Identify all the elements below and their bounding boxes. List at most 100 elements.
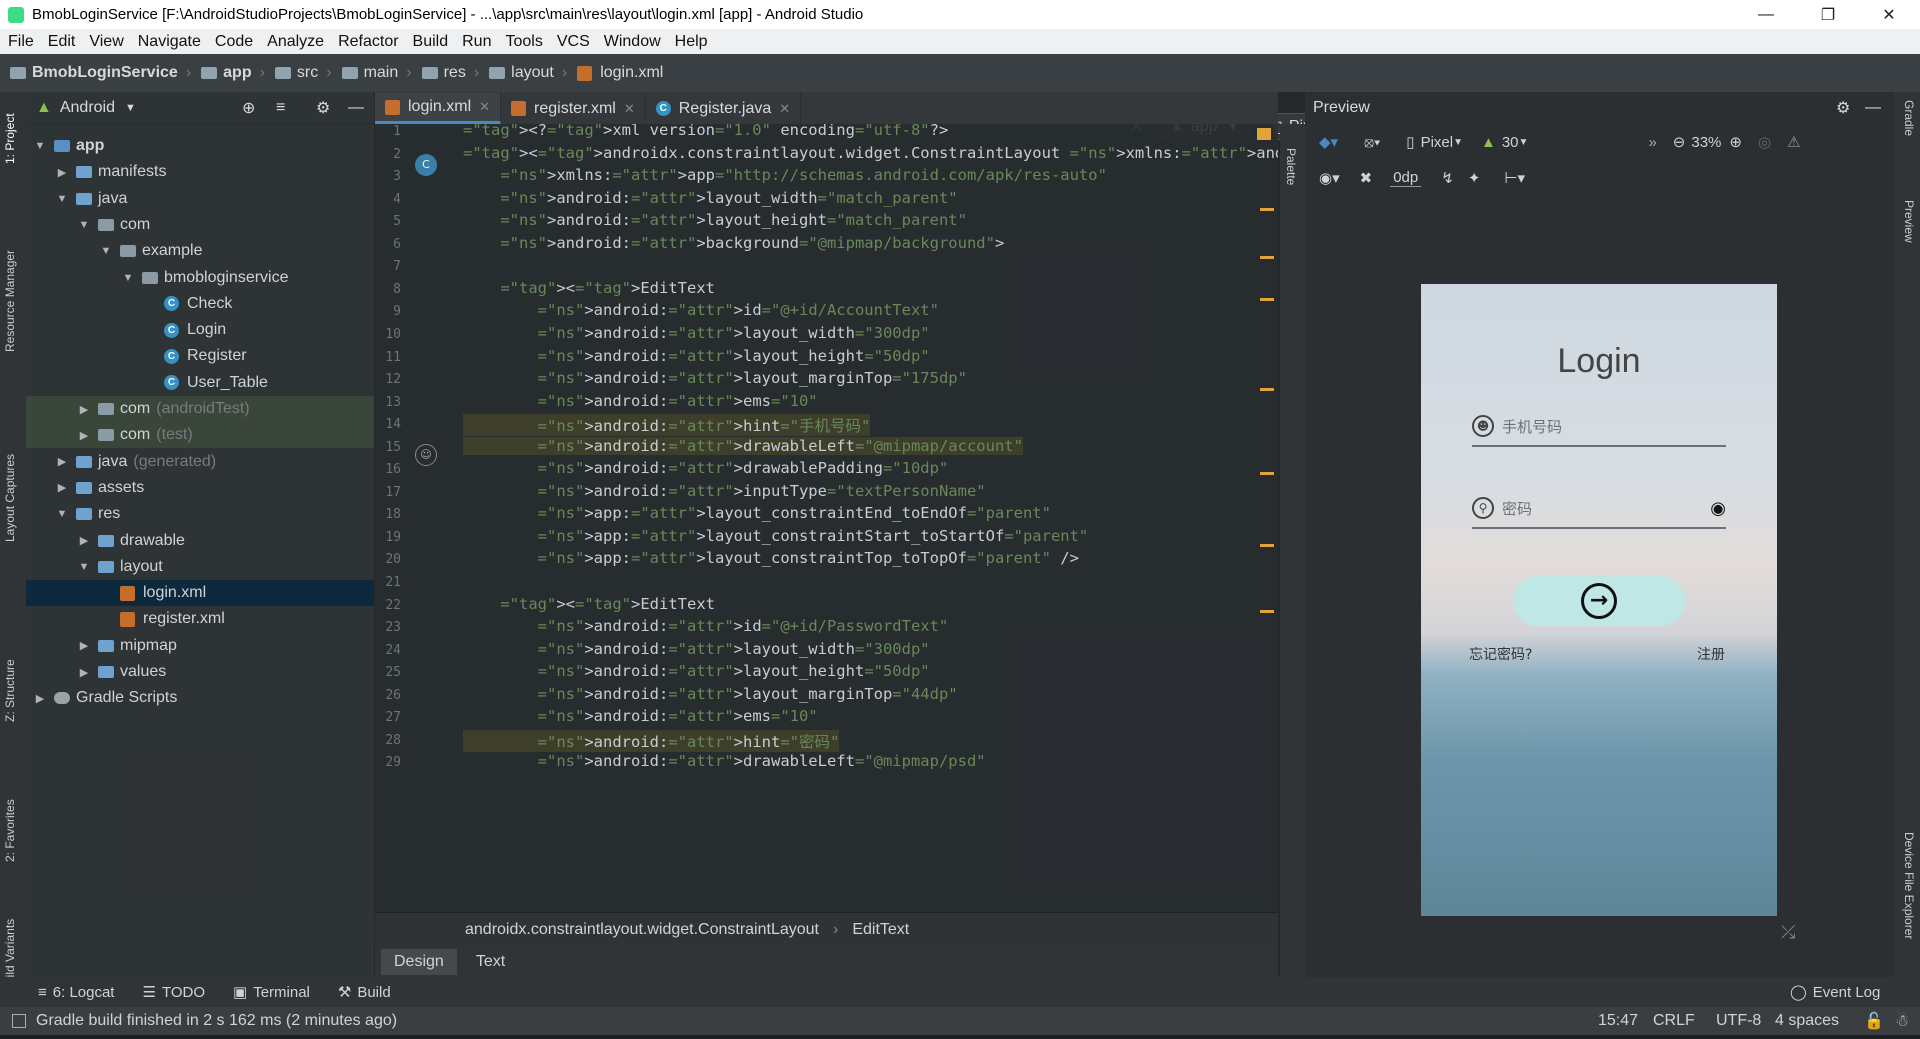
tool-tab-z-structure[interactable]: Z: Structure	[3, 659, 17, 722]
tool-tab-1-project[interactable]: 1: Project	[3, 113, 17, 164]
code-line[interactable]: ="ns">android:="attr">id="@+id/AccountTe…	[463, 301, 939, 319]
breadcrumb-item[interactable]: src ›	[274, 64, 332, 82]
tool-tab-preview[interactable]: Preview	[1902, 200, 1916, 243]
expanded-arrow-icon[interactable]: ▼	[56, 508, 68, 520]
tool-tab-device-file-explorer[interactable]: Device File Explorer	[1902, 832, 1916, 939]
warning-marker[interactable]	[1260, 208, 1274, 211]
code-line[interactable]: ="ns">android:="attr">layout_height="50d…	[463, 347, 930, 365]
tree-item[interactable]: ▶ com (androidTest)	[26, 396, 374, 422]
chevron-down-icon[interactable]: ▼	[125, 102, 136, 114]
palette-tab[interactable]: Palette	[1284, 148, 1298, 185]
locate-icon[interactable]: ⊕	[242, 98, 255, 118]
expanded-arrow-icon[interactable]: ▼	[78, 219, 90, 231]
phone-icon[interactable]: ▯	[1406, 133, 1414, 151]
code-line[interactable]: ="ns">xmlns:="attr">app="http://schemas.…	[463, 166, 1107, 184]
device-screen[interactable]: Login ☻ 手机号码 ⚲ 密码 ◉ → 忘记密码? 注册	[1421, 284, 1777, 916]
tree-item[interactable]: ▼ java	[26, 186, 374, 212]
tree-item[interactable]: ▼ layout	[26, 554, 374, 580]
code-line[interactable]: ="ns">android:="attr">id="@+id/PasswordT…	[463, 617, 949, 635]
password-field[interactable]: ⚲ 密码 ◉	[1472, 489, 1726, 529]
collapse-all-icon[interactable]: ≡	[276, 99, 285, 117]
code-line[interactable]: ="ns">android:="attr">drawableLeft="@mip…	[463, 436, 1023, 455]
warning-icon[interactable]: ⚠	[1787, 133, 1800, 151]
expanded-arrow-icon[interactable]: ▼	[100, 245, 112, 257]
tree-item[interactable]: C Register	[26, 343, 374, 369]
event-log-button[interactable]: ◯ Event Log	[1790, 983, 1880, 1002]
zoom-in-icon[interactable]: ⊕	[1729, 133, 1742, 151]
menu-code[interactable]: Code	[215, 33, 253, 51]
layout-icon[interactable]	[12, 1014, 26, 1028]
caret-position[interactable]: 15:47	[1598, 1012, 1638, 1030]
code-line[interactable]: ="tag"><="tag">EditText	[463, 595, 715, 613]
indent-setting[interactable]: 4 spaces	[1775, 1012, 1839, 1030]
code-editor[interactable]: 1 2 3 4 5 6 7 8 9 10 11 12 13 14 15 16 17 18 19 20 21 22 23 24 2…	[375, 124, 1278, 912]
hide-panel-icon[interactable]: —	[348, 99, 364, 117]
tree-item[interactable]: ▼ app	[26, 133, 374, 159]
menu-navigate[interactable]: Navigate	[138, 33, 201, 51]
restore-button[interactable]: ❐	[1805, 0, 1851, 29]
collapsed-arrow-icon[interactable]: ▶	[78, 534, 90, 547]
breadcrumb-edittext[interactable]: EditText	[852, 921, 909, 939]
code-line[interactable]: ="ns">android:="attr">ems="10"	[463, 392, 818, 410]
breadcrumb-item[interactable]: login.xml	[577, 64, 663, 82]
magnet-icon[interactable]: ✖	[1360, 169, 1373, 187]
code-line[interactable]: ="ns">android:="attr">hint="手机号码"	[463, 414, 871, 437]
tool-tab-layout-captures[interactable]: Layout Captures	[3, 454, 17, 542]
api-select[interactable]: 30	[1502, 134, 1519, 151]
tree-item[interactable]: ▼ bmobloginservice	[26, 265, 374, 291]
expanded-arrow-icon[interactable]: ▼	[78, 561, 90, 573]
close-tab-icon[interactable]: ✕	[479, 99, 490, 115]
code-line[interactable]: ="ns">app:="attr">layout_constraintEnd_t…	[463, 504, 1051, 522]
breadcrumb-item[interactable]: main ›	[341, 64, 412, 82]
code-line[interactable]: ="ns">android:="attr">layout_width="matc…	[463, 189, 957, 207]
orientation-icon[interactable]: ⦻▾	[1364, 134, 1380, 151]
infer-constraints-icon[interactable]: ✦	[1468, 169, 1481, 187]
code-line[interactable]: ="tag"><?="tag">xml version="1.0" encodi…	[463, 124, 948, 139]
collapsed-arrow-icon[interactable]: ▶	[56, 481, 68, 494]
expanded-arrow-icon[interactable]: ▼	[34, 140, 46, 152]
code-line[interactable]: ="ns">android:="attr">layout_height="50d…	[463, 662, 930, 680]
menu-view[interactable]: View	[89, 33, 123, 51]
tree-item[interactable]: C Check	[26, 291, 374, 317]
collapsed-arrow-icon[interactable]: ▶	[56, 166, 68, 179]
warning-marker[interactable]	[1260, 472, 1274, 475]
tree-item[interactable]: ▶ assets	[26, 475, 374, 501]
expanded-arrow-icon[interactable]: ▼	[122, 272, 134, 284]
breadcrumb-item[interactable]: app ›	[201, 64, 265, 82]
close-button[interactable]: ✕	[1866, 0, 1912, 29]
code-line[interactable]: ="ns">android:="attr">layout_width="300d…	[463, 324, 930, 342]
forgot-password-link[interactable]: 忘记密码?	[1469, 644, 1532, 664]
tool-window-6-logcat[interactable]: ≡ 6: Logcat	[38, 984, 114, 1001]
phone-field[interactable]: ☻ 手机号码	[1472, 407, 1726, 447]
line-separator[interactable]: CRLF	[1653, 1012, 1695, 1030]
guidelines-icon[interactable]: ⊢▾	[1504, 169, 1525, 187]
editor-tab[interactable]: login.xml ✕	[375, 93, 502, 124]
status-message[interactable]: Gradle build finished in 2 s 162 ms (2 m…	[36, 1012, 397, 1030]
menu-build[interactable]: Build	[413, 33, 449, 51]
eye-icon[interactable]: ◉▾	[1319, 169, 1340, 187]
gear-icon[interactable]: ⚙	[316, 98, 330, 118]
tool-tab-gradle[interactable]: Gradle	[1902, 100, 1916, 136]
default-margin[interactable]: 0dp	[1390, 169, 1422, 187]
tool-window-todo[interactable]: ☰ TODO	[142, 983, 205, 1002]
tab-text[interactable]: Text	[463, 949, 518, 975]
analysis-status-icon[interactable]	[1257, 128, 1271, 140]
tree-item[interactable]: ▼ example	[26, 238, 374, 264]
collapsed-arrow-icon[interactable]: ▶	[78, 639, 90, 652]
editor-scrollbar[interactable]	[1255, 124, 1278, 912]
tree-item[interactable]: ▶ mipmap	[26, 633, 374, 659]
project-view-select[interactable]: Android	[60, 99, 115, 117]
gear-icon[interactable]: ⚙	[1836, 98, 1850, 118]
tree-item[interactable]: login.xml	[26, 580, 374, 607]
tree-item[interactable]: C User_Table	[26, 370, 374, 396]
lock-icon[interactable]: 🔓	[1864, 1011, 1884, 1031]
code-line[interactable]: ="ns">android:="attr">layout_marginTop="…	[463, 369, 967, 387]
tree-item[interactable]: ▶ com (test)	[26, 422, 374, 449]
warning-marker[interactable]	[1260, 610, 1274, 613]
tree-item[interactable]: ▶ values	[26, 659, 374, 685]
code-line[interactable]: ="ns">android:="attr">drawableLeft="@mip…	[463, 752, 986, 770]
tree-item[interactable]: ▶ java (generated)	[26, 449, 374, 475]
code-line[interactable]: ="tag"><="tag">androidx.constraintlayout…	[463, 144, 1278, 162]
menu-file[interactable]: File	[8, 33, 34, 51]
tool-tab-2-favorites[interactable]: 2: Favorites	[3, 799, 17, 862]
